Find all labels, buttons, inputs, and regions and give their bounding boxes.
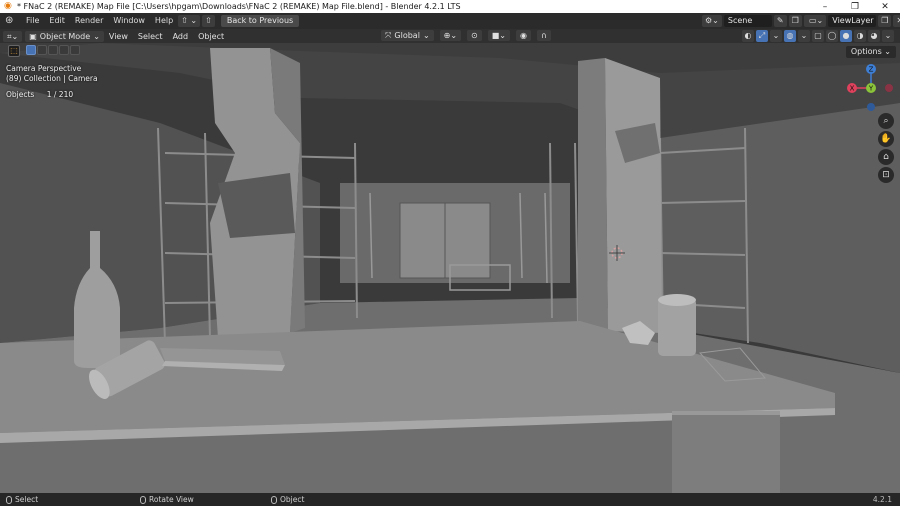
transform-controls: ⤧ Global ⌄ ⊕⌄ ⊙ ■⌄ ◉ ∩: [378, 30, 551, 41]
mode-label: Object Mode: [39, 31, 91, 41]
falloff-dropdown[interactable]: ∩: [537, 30, 551, 41]
menu-select[interactable]: Select: [133, 32, 168, 41]
hand-pan-icon[interactable]: ✋: [878, 131, 894, 147]
new-scene-icon[interactable]: ❐: [788, 15, 802, 27]
objects-stat: Objects 1 / 210: [6, 90, 73, 99]
menu-add[interactable]: Add: [168, 32, 194, 41]
gizmo-dropdown[interactable]: ⌄: [770, 30, 782, 42]
parent-up-icon[interactable]: ⇧: [202, 15, 215, 27]
gizmo-neg-z-handle[interactable]: [867, 103, 875, 111]
overlay-dropdown[interactable]: ⌄: [798, 30, 810, 42]
selection-mode-buttons: [26, 45, 80, 55]
visibility-icon[interactable]: ◐: [742, 30, 754, 42]
status-bar: Select Rotate View Object 4.2.1: [0, 493, 900, 506]
blender-logo-icon[interactable]: ⊛: [5, 15, 17, 27]
mode-dropdown[interactable]: ▣ Object Mode ⌄: [25, 30, 104, 42]
top-menu-bar: ⊛ File Edit Render Window Help ⇧ ⌄ ⇧ Bac…: [0, 13, 900, 29]
viewlayer-selector: ▭⌄ ViewLayer ❐ ✕: [806, 15, 900, 27]
menu-edit[interactable]: Edit: [44, 13, 70, 29]
scene-selector: ⚙⌄ Scene ✎ ❐ ✕: [702, 15, 818, 27]
select-subtract-icon[interactable]: [48, 45, 58, 55]
status-select: Select: [6, 495, 38, 504]
3d-viewport[interactable]: ⬚ Camera Perspective (89) Collection | C…: [0, 43, 900, 493]
options-dropdown[interactable]: Options ⌄: [845, 46, 896, 58]
maximize-button[interactable]: ❐: [840, 2, 870, 12]
orientation-dropdown[interactable]: ⤧ Global ⌄: [381, 30, 434, 41]
viewlayer-name-field[interactable]: ViewLayer: [828, 15, 877, 27]
status-rotate-label: Rotate View: [149, 495, 194, 504]
gizmo-y-label: Y: [868, 85, 874, 93]
snap-toggle[interactable]: ⊙: [467, 30, 482, 41]
viewport-display-controls: ◐ ⤢ ⌄ ◍ ⌄ ▢ ◯ ● ◑ ◕ ⌄: [742, 30, 894, 42]
menu-view[interactable]: View: [104, 32, 133, 41]
close-button[interactable]: ✕: [870, 2, 900, 12]
orientation-icon: ⤧: [385, 31, 392, 40]
status-select-label: Select: [15, 495, 39, 504]
chevron-down-icon: ⌄: [422, 31, 430, 40]
pin-icon[interactable]: ✎: [773, 15, 787, 27]
window-title-bar: ◉ * FNaC 2 (REMAKE) Map File [C:\Users\h…: [0, 0, 900, 13]
material-shading-icon[interactable]: ◑: [854, 30, 866, 42]
viewlayer-icon[interactable]: ▭⌄: [806, 15, 827, 27]
solid-shading-icon[interactable]: ●: [840, 30, 852, 42]
gizmo-x-label: X: [850, 85, 855, 93]
blender-app-icon: ◉: [4, 1, 12, 11]
menu-window[interactable]: Window: [108, 13, 150, 29]
rendered-shading-icon[interactable]: ◕: [868, 30, 880, 42]
select-box-tool-icon[interactable]: ⬚: [8, 45, 20, 57]
menu-file[interactable]: File: [21, 13, 44, 29]
navigation-gizmo[interactable]: Z X Y: [840, 63, 898, 119]
back-to-previous-button[interactable]: Back to Previous: [220, 15, 300, 27]
mouse-left-icon: [6, 495, 12, 504]
minimize-button[interactable]: –: [810, 2, 840, 12]
snap-target-dropdown[interactable]: ■⌄: [487, 30, 511, 41]
mouse-middle-icon: [140, 495, 146, 504]
select-new-icon[interactable]: [26, 45, 36, 55]
shading-dropdown[interactable]: ⌄: [882, 30, 894, 42]
pivot-dropdown[interactable]: ⊕⌄: [439, 30, 462, 41]
objects-label: Objects: [6, 90, 35, 99]
camera-view-icon[interactable]: ⌂: [878, 149, 894, 165]
menu-object[interactable]: Object: [193, 32, 229, 41]
back-to-previous-label: Back to Previous: [226, 16, 294, 25]
select-intersect-icon[interactable]: [70, 45, 80, 55]
overlay-toggle-icon[interactable]: ◍: [784, 30, 796, 42]
menu-help[interactable]: Help: [150, 13, 178, 29]
scene-name-field[interactable]: Scene: [723, 15, 772, 27]
orientation-label: Global: [394, 31, 420, 40]
delete-viewlayer-icon[interactable]: ✕: [893, 15, 900, 27]
xray-toggle-icon[interactable]: ▢: [812, 30, 824, 42]
select-invert-icon[interactable]: [59, 45, 69, 55]
editor-type-button[interactable]: ⌗⌄: [3, 30, 23, 42]
status-rotate: Rotate View: [140, 495, 194, 504]
select-extend-icon[interactable]: [37, 45, 47, 55]
menu-render[interactable]: Render: [70, 13, 108, 29]
proportional-edit-toggle[interactable]: ◉: [516, 30, 531, 41]
gizmo-z-label: Z: [869, 66, 874, 74]
scene-icon[interactable]: ⚙⌄: [702, 15, 722, 27]
gizmo-neg-x-handle[interactable]: [885, 84, 893, 92]
status-object-label: Object: [280, 495, 305, 504]
camera-perspective-label: Camera Perspective: [6, 64, 82, 73]
gizmo-toggle-icon[interactable]: ⤢: [756, 30, 768, 42]
version-label: 4.2.1: [872, 495, 892, 504]
options-label: Options: [850, 47, 882, 56]
wireframe-shading-icon[interactable]: ◯: [826, 30, 838, 42]
lock-camera-icon[interactable]: ⊡: [878, 167, 894, 183]
collection-label: (89) Collection | Camera: [6, 74, 98, 83]
workspace-up-arrow-icon[interactable]: ⇧ ⌄: [178, 15, 201, 27]
window-title: * FNaC 2 (REMAKE) Map File [C:\Users\hpg…: [17, 2, 461, 11]
status-object: Object: [271, 495, 304, 504]
zoom-search-icon[interactable]: ⌕: [878, 113, 894, 129]
new-viewlayer-icon[interactable]: ❐: [878, 15, 892, 27]
object-mode-icon: ▣: [29, 31, 37, 41]
scene-render: [0, 43, 900, 493]
objects-count: 1 / 210: [46, 90, 74, 99]
chevron-down-icon: ⌄: [884, 47, 891, 56]
viewport-header: ⌗⌄ ▣ Object Mode ⌄ View Select Add Objec…: [0, 29, 900, 43]
chevron-down-icon: ⌄: [93, 31, 100, 41]
mouse-right-icon: [271, 495, 277, 504]
